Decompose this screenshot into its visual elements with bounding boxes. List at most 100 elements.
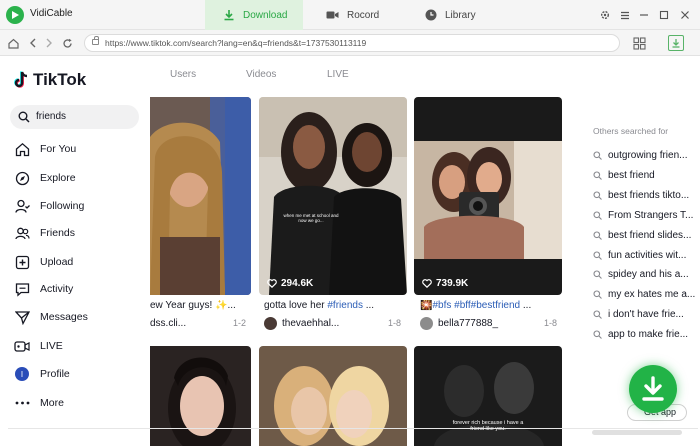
tab-videos[interactable]: Videos (246, 69, 276, 80)
author-avatar (420, 316, 433, 330)
settings-gear-icon[interactable] (598, 8, 612, 22)
author-avatar (264, 316, 277, 330)
tab-live[interactable]: LIVE (327, 69, 349, 80)
author-name: dss.cli... (150, 317, 187, 329)
suggestion-item[interactable]: best friends tikto... (593, 188, 700, 202)
record-mode-tab[interactable]: Rocord (326, 0, 379, 30)
video-author[interactable]: thevaehhal... (264, 316, 379, 330)
forward-arrow-icon[interactable] (42, 36, 56, 50)
grid-view-icon[interactable] (632, 36, 646, 50)
search-icon (593, 150, 602, 160)
search-icon (18, 111, 30, 123)
nav-profile[interactable]: I Profile (14, 364, 70, 384)
nav-explore[interactable]: Explore (14, 168, 76, 188)
video-caption[interactable]: 🎇#bfs #bff#bestfriend ... (420, 300, 562, 311)
download-arrow-icon (642, 376, 664, 401)
video-caption[interactable]: gotta love her #friends ... (264, 300, 407, 311)
suggestion-item[interactable]: From Strangers T... (593, 208, 700, 222)
download-list-icon[interactable] (668, 35, 684, 51)
search-icon (593, 250, 602, 260)
author-name: bella777888_ (438, 317, 499, 329)
home-icon (14, 141, 30, 157)
download-mode-tab[interactable]: Download (205, 0, 303, 30)
suggestion-item[interactable]: my ex hates me a... (593, 287, 700, 301)
suggestion-label: my ex hates me a... (608, 288, 696, 300)
search-icon (593, 190, 602, 200)
app-name: VidiCable (30, 8, 73, 19)
caption-hashtag[interactable]: #bfs #bff#bestfriend (432, 300, 520, 311)
nav-label: Upload (40, 256, 74, 268)
nav-friends[interactable]: Friends (14, 223, 75, 243)
nav-label: Following (40, 200, 85, 212)
caption-rest: ... (362, 300, 375, 311)
floating-download-button[interactable] (629, 365, 677, 413)
record-mode-label: Rocord (347, 9, 380, 21)
video-thumbnail[interactable] (259, 346, 407, 446)
suggestion-item[interactable]: fun activities wit... (593, 248, 700, 262)
nav-messages[interactable]: Messages (14, 307, 88, 327)
nav-label: Friends (40, 227, 76, 239)
suggestion-label: From Strangers T... (608, 209, 694, 221)
video-thumbnail[interactable]: forever rich because i have a friend lik… (414, 346, 562, 446)
suggestion-label: app to make frie... (608, 328, 689, 340)
horizontal-scrollbar[interactable] (592, 430, 682, 435)
menu-icon[interactable] (618, 8, 632, 22)
home-nav-icon[interactable] (6, 36, 20, 50)
video-index: 1-8 (388, 318, 402, 328)
suggestion-item[interactable]: best friend (593, 168, 700, 182)
nav-for-you[interactable]: For You (14, 139, 76, 159)
minimize-icon[interactable] (637, 8, 651, 22)
search-icon (593, 170, 602, 180)
suggestion-item[interactable]: spidey and his a... (593, 267, 700, 281)
suggestion-item[interactable]: i don't have frie... (593, 307, 700, 321)
suggestion-item[interactable]: app to make frie... (593, 327, 700, 341)
nav-more[interactable]: More (14, 393, 64, 413)
suggestion-item[interactable]: best friend slides... (593, 228, 700, 242)
heart-icon (267, 279, 277, 288)
maximize-icon[interactable] (657, 8, 671, 22)
compass-icon (14, 170, 30, 186)
library-mode-label: Library (445, 9, 476, 21)
back-arrow-icon[interactable] (26, 36, 40, 50)
library-mode-tab[interactable]: Library (425, 0, 476, 30)
video-author[interactable]: dss.cli... (150, 316, 230, 330)
tiktok-note-icon (14, 71, 28, 88)
address-bar[interactable]: https://www.tiktok.com/search?lang=en&q=… (84, 34, 620, 52)
video-thumbnail[interactable] (150, 97, 251, 295)
close-icon[interactable] (678, 8, 692, 22)
nav-upload[interactable]: Upload (14, 252, 73, 272)
video-author[interactable]: bella777888_ (420, 316, 535, 330)
video-thumbnail[interactable] (150, 346, 251, 446)
video-overlay-text: forever rich because i have a friend lik… (452, 420, 524, 432)
camera-icon (326, 11, 339, 19)
tiktok-logo[interactable]: TikTok (14, 70, 86, 90)
caption-rest: ... (520, 300, 532, 311)
nav-following[interactable]: Following (14, 196, 84, 216)
nav-label: For You (40, 143, 77, 155)
nav-label: Profile (40, 368, 70, 380)
suggestion-item[interactable]: outgrowing frien... (593, 148, 700, 162)
search-icon (593, 269, 602, 279)
video-thumbnail[interactable]: 739.9K (414, 97, 562, 295)
author-name: thevaehhal... (282, 317, 340, 329)
download-icon (224, 10, 234, 21)
reload-icon[interactable] (60, 36, 74, 50)
nav-live[interactable]: LIVE (14, 336, 63, 356)
caption-hashtag[interactable]: #friends (327, 300, 363, 311)
tab-users[interactable]: Users (170, 69, 196, 80)
video-thumbnail[interactable]: when me met at school and now we go... 2… (259, 97, 407, 295)
following-icon (14, 198, 30, 214)
video-index: 1-8 (544, 318, 558, 328)
search-icon (593, 309, 602, 319)
nav-activity[interactable]: Activity (14, 279, 73, 299)
suggestion-label: outgrowing frien... (608, 149, 688, 161)
likes-count: 294.6K (281, 278, 314, 289)
video-likes: 739.9K (422, 278, 468, 289)
tiktok-wordmark: TikTok (33, 70, 87, 89)
live-icon (14, 338, 30, 354)
search-input[interactable]: friends (10, 105, 139, 129)
video-caption[interactable]: ew Year guys! ✨... (150, 300, 251, 311)
activity-icon (14, 281, 30, 297)
video-likes: 294.6K (267, 278, 313, 289)
messages-icon (14, 309, 30, 325)
